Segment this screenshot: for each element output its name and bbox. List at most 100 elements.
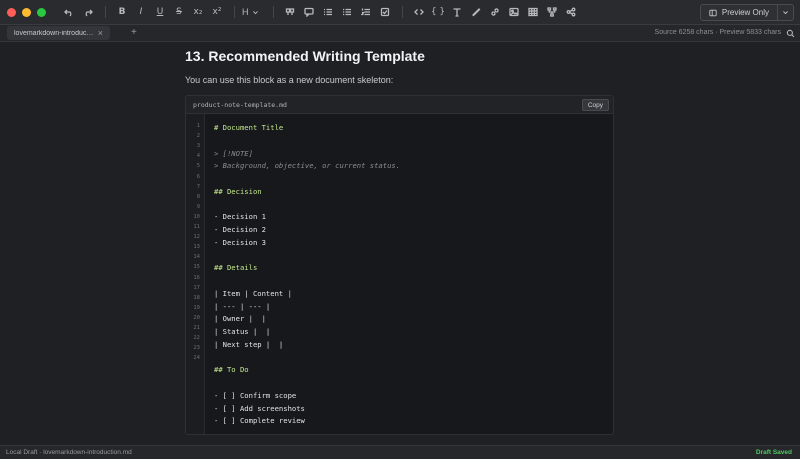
line-number: 4	[196, 153, 200, 160]
zoom-window-button[interactable]	[37, 7, 46, 17]
code-line: > [!NOTE]	[214, 148, 253, 158]
line-number: 18	[193, 294, 200, 301]
line-number: 10	[193, 213, 200, 220]
line-number: 19	[193, 304, 200, 311]
line-number: 13	[193, 244, 200, 251]
code-block: product-note-template.md Copy 1234567891…	[185, 95, 614, 435]
preview-mode-dropdown[interactable]	[778, 5, 793, 20]
code-block-icon[interactable]: { }	[429, 3, 447, 21]
line-number: 17	[193, 284, 200, 291]
code-line: - Decision 1	[214, 212, 266, 222]
highlight-icon[interactable]	[467, 3, 485, 21]
line-number: 15	[193, 264, 200, 271]
save-status: Draft Saved	[755, 449, 792, 456]
window-controls	[0, 7, 46, 17]
inline-code-icon[interactable]	[410, 3, 428, 21]
ordered-list-icon[interactable]	[338, 3, 356, 21]
tab-label: lovemarkdown-introduction.md	[14, 29, 94, 37]
line-number-gutter: 1 2 3 4 5 6 7 8 9 10 11 12 13 14 15 16 17 18 19 20 21 22 23 24	[186, 114, 205, 434]
close-tab-icon[interactable]: ×	[98, 28, 103, 38]
toolbar: B I U S x₂ x² H { } Preview Only	[0, 0, 800, 25]
toolbar-divider	[105, 6, 106, 18]
line-number: 5	[196, 163, 200, 170]
copy-button[interactable]: Copy	[581, 99, 609, 111]
status-bar: Local Draft · lovemarkdown-introduction.…	[0, 445, 800, 459]
image-icon[interactable]	[505, 3, 523, 21]
superscript-icon[interactable]: x²	[208, 3, 226, 21]
text-style-icon[interactable]	[448, 3, 466, 21]
share-icon[interactable]	[562, 3, 580, 21]
line-number: 12	[193, 234, 200, 241]
line-number: 3	[196, 143, 200, 150]
format-tools: B I U S x₂ x² H { }	[60, 3, 581, 21]
bullet-list-icon[interactable]	[319, 3, 337, 21]
chevron-down-icon	[252, 10, 258, 14]
strikethrough-icon[interactable]: S	[170, 3, 188, 21]
code-line: - [ ] Complete review	[214, 416, 305, 426]
line-number: 23	[193, 345, 200, 352]
line-number: 22	[193, 335, 200, 342]
code-line: - [ ] Add screenshots	[214, 403, 305, 413]
code-line: # Document Title	[214, 123, 284, 132]
close-window-button[interactable]	[7, 7, 16, 17]
subscript-icon[interactable]: x₂	[189, 3, 207, 21]
toolbar-divider	[273, 6, 274, 18]
tab-bar: lovemarkdown-introduction.md × + Source …	[0, 25, 800, 42]
line-number: 6	[196, 173, 200, 180]
code-line: | --- | --- |	[214, 301, 271, 311]
code-block-header: product-note-template.md Copy	[186, 96, 613, 114]
code-line: | Item | Content |	[214, 288, 292, 298]
search-icon[interactable]	[784, 27, 796, 39]
line-number: 9	[196, 203, 200, 210]
link-icon[interactable]	[486, 3, 504, 21]
code-line: | Status | |	[214, 327, 271, 336]
toolbar-divider	[402, 6, 403, 18]
chevron-down-icon	[783, 11, 788, 15]
line-number: 24	[193, 355, 200, 362]
redo-icon[interactable]	[79, 3, 97, 21]
line-number: 14	[193, 254, 200, 261]
preview-icon	[709, 9, 717, 16]
line-number: 16	[193, 274, 200, 281]
code-line: | Next step | |	[214, 339, 284, 349]
toolbar-divider	[234, 6, 235, 18]
code-line: - Decision 3	[214, 237, 266, 247]
code-line: | Owner | |	[214, 314, 266, 324]
code-line: ## To Do	[214, 365, 249, 375]
preview-pane[interactable]: 13. Recommended Writing Template You can…	[0, 42, 800, 445]
minimize-window-button[interactable]	[22, 7, 31, 17]
table-icon[interactable]	[524, 3, 542, 21]
code-line: - Decision 2	[214, 225, 266, 234]
preview-mode-button[interactable]: Preview Only	[699, 4, 794, 21]
line-number: 8	[196, 193, 200, 200]
status-file-info: Local Draft · lovemarkdown-introduction.…	[6, 449, 132, 456]
code-filename: product-note-template.md	[193, 100, 287, 109]
diagram-icon[interactable]	[543, 3, 561, 21]
undo-icon[interactable]	[60, 3, 78, 21]
comment-icon[interactable]	[300, 3, 318, 21]
character-stats: Source 6258 chars · Preview 5833 chars	[654, 29, 781, 36]
task-list-icon[interactable]	[376, 3, 394, 21]
italic-icon[interactable]: I	[132, 3, 150, 21]
line-number: 21	[193, 325, 200, 331]
quote-icon[interactable]	[281, 3, 299, 21]
line-number: 20	[193, 314, 200, 321]
underline-icon[interactable]: U	[151, 3, 169, 21]
numbered-list-icon[interactable]	[357, 3, 375, 21]
line-number: 7	[196, 183, 200, 190]
add-tab-icon[interactable]: +	[131, 27, 137, 38]
section-paragraph: You can use this block as a new document…	[185, 75, 394, 85]
tab-document[interactable]: lovemarkdown-introduction.md ×	[7, 26, 110, 40]
code-line: ## Details	[214, 263, 258, 273]
bold-icon[interactable]: B	[113, 3, 131, 21]
section-heading: 13. Recommended Writing Template	[185, 48, 425, 64]
code-line: > Background, objective, or current stat…	[214, 161, 401, 171]
heading-dropdown[interactable]: H	[242, 7, 266, 17]
line-number: 1	[196, 123, 200, 129]
code-line: - [ ] Confirm scope	[214, 390, 297, 400]
code-line: ## Decision	[214, 186, 262, 196]
line-number: 2	[196, 133, 200, 140]
preview-mode-label: Preview Only	[721, 8, 769, 17]
preview-mode-main[interactable]: Preview Only	[701, 5, 778, 20]
heading-dropdown-label: H	[242, 7, 249, 17]
